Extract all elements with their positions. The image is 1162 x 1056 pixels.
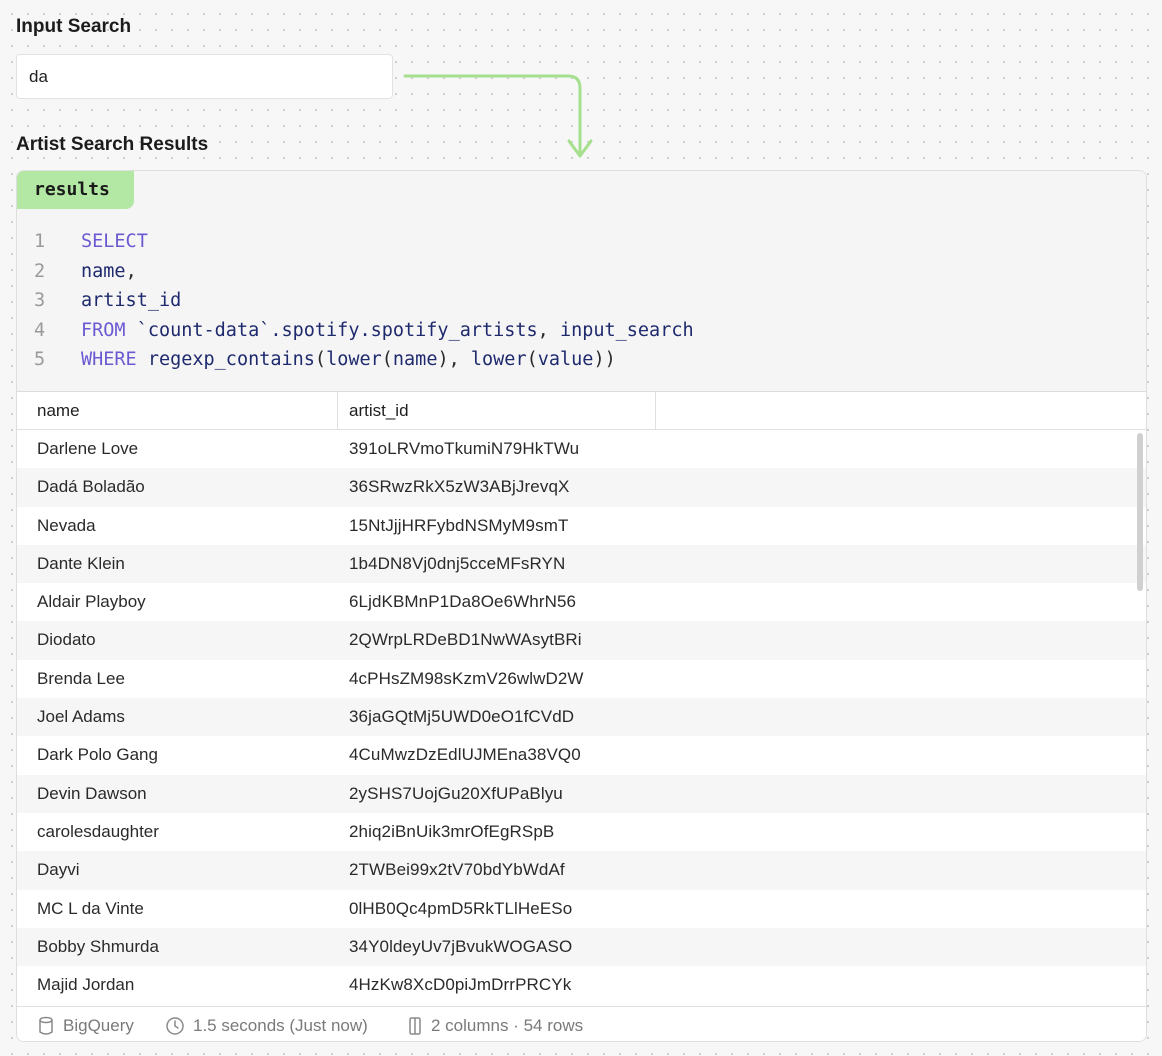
table-row[interactable]: Dante Klein 1b4DN8Vj0dnj5cceMFsRYN <box>17 544 1146 584</box>
code-token: ), <box>437 349 471 370</box>
cell-artist-id: 0lHB0Qc4pmD5RkTLlHeESo <box>349 898 573 918</box>
columns-icon <box>409 1016 421 1035</box>
table-row[interactable]: Dayvi 2TWBei99x2tV70bdYbWdAf <box>17 851 1146 890</box>
search-input[interactable] <box>16 54 393 99</box>
code-token: ( <box>314 349 327 370</box>
code-token: ( <box>526 349 538 370</box>
table-row[interactable]: Joel Adams 36jaGQtMj5UWD0eO1fCVdD <box>17 698 1146 737</box>
column-header-artist-id[interactable]: artist_id <box>338 392 656 430</box>
code-token: name <box>81 260 126 282</box>
code-line: 3 artist_id <box>17 286 694 316</box>
code-token: value <box>537 349 594 370</box>
code-token: lower <box>470 349 527 370</box>
cell-name: Darlene Love <box>37 439 139 458</box>
code-line: 2 name, <box>17 257 694 287</box>
results-footer: BigQuery 1.5 seconds (Just now) 2 column… <box>17 1006 1146 1041</box>
cell-artist-id: 391oLRVmoTkumiN79HkTWu <box>349 439 580 458</box>
sql-editor[interactable]: results 1 SELECT 2 name, 3 artist_id 4 FROM `co… <box>17 171 1146 392</box>
cell-artist-id: 2QWrpLRDeBD1NwWAsytBRi <box>349 630 582 650</box>
database-icon <box>39 1016 53 1035</box>
results-card: results 1 SELECT 2 name, 3 artist_id 4 FROM `co… <box>16 170 1147 1042</box>
table-row[interactable]: Nevada 15NtJjjHRFybdNSMyM9smT <box>17 507 1146 545</box>
code-token: artist_id <box>81 290 182 311</box>
cell-name: Dadá Boladão <box>37 477 145 497</box>
table-row[interactable]: Majid Jordan 4HzKw8XcD0piJmDrrPRCYk <box>17 966 1146 1004</box>
cell-name: Bobby Shmurda <box>37 936 159 956</box>
code-token: ( <box>381 349 393 370</box>
cell-artist-id: 2hiq2iBnUik3mrOfEgRSpB <box>349 821 555 841</box>
cell-name: Joel Adams <box>37 707 125 727</box>
source-label: BigQuery <box>63 1015 134 1035</box>
table-row[interactable]: MC L da Vinte 0lHB0Qc4pmD5RkTLlHeESo <box>17 890 1146 928</box>
code-token: `count-data`.spotify.spotify_artists <box>125 319 538 341</box>
line-number: 1 <box>34 231 46 252</box>
footer-stats: 2 columns · 54 rows <box>407 1007 584 1041</box>
table-row[interactable]: Dark Polo Gang 4CuMwzDzEdlUJMEna38VQ0 <box>17 736 1146 774</box>
input-search-label: Input Search <box>16 16 132 37</box>
cell-artist-id: 36jaGQtMj5UWD0eO1fCVdD <box>349 707 575 727</box>
cell-name: Devin Dawson <box>37 783 147 803</box>
line-number: 4 <box>34 319 46 341</box>
cell-name: carolesdaughter <box>37 821 159 841</box>
code-token: , <box>125 260 137 282</box>
cell-name: Dark Polo Gang <box>37 745 158 765</box>
table-row[interactable]: Darlene Love 391oLRVmoTkumiN79HkTWu <box>17 430 1146 468</box>
cell-name: Majid Jordan <box>37 975 135 995</box>
sql-code: 1 SELECT 2 name, 3 artist_id 4 FROM `count-data… <box>17 227 694 375</box>
table-row[interactable]: Aldair Playboy 6LjdKBMnP1Da8Oe6WhrN56 <box>17 583 1146 621</box>
cell-artist-id: 6LjdKBMnP1Da8Oe6WhrN56 <box>349 592 577 612</box>
code-token: , <box>537 319 560 341</box>
cell-artist-id: 34Y0ldeyUv7jBvukWOGASO <box>349 936 573 956</box>
line-number: 5 <box>34 349 46 370</box>
cell-name: Aldair Playboy <box>37 592 146 612</box>
results-section-label: Artist Search Results <box>16 134 209 155</box>
column-header-name[interactable]: name <box>17 392 338 430</box>
line-number: 3 <box>34 290 46 311</box>
table-row[interactable]: Diodato 2QWrpLRDeBD1NwWAsytBRi <box>17 621 1146 660</box>
table-row[interactable]: Brenda Lee 4cPHsZM98sKzmV26wlwD2W <box>17 660 1146 698</box>
table-row[interactable]: Dadá Boladão 36SRwzRkX5zW3ABjJrevqX <box>17 468 1146 507</box>
results-tag: results <box>17 171 134 209</box>
cell-name: Dayvi <box>37 860 80 880</box>
cell-artist-id: 4cPHsZM98sKzmV26wlwD2W <box>349 668 584 688</box>
table-header: name artist_id <box>17 392 1146 430</box>
cell-name: Diodato <box>37 630 96 650</box>
cell-artist-id: 4HzKw8XcD0piJmDrrPRCYk <box>349 975 572 995</box>
cell-artist-id: 1b4DN8Vj0dnj5cceMFsRYN <box>349 553 566 573</box>
cell-artist-id: 2TWBei99x2tV70bdYbWdAf <box>349 860 565 880</box>
table-row[interactable]: Bobby Shmurda 34Y0ldeyUv7jBvukWOGASO <box>17 927 1146 967</box>
clock-icon <box>166 1016 184 1035</box>
code-token: FROM <box>81 319 126 341</box>
code-line: 5 WHERE regexp_contains(lower(name), lowe… <box>17 345 694 375</box>
code-token: name <box>392 349 438 370</box>
cell-artist-id: 4CuMwzDzEdlUJMEna38VQ0 <box>349 745 581 765</box>
vertical-scrollbar[interactable] <box>1137 433 1143 591</box>
footer-source: BigQuery <box>37 1007 134 1041</box>
code-line: 4 FROM `count-data`.spotify.spotify_artis… <box>17 316 694 346</box>
timing-label: 1.5 seconds (Just now) <box>193 1015 368 1035</box>
code-token: lower <box>326 349 382 370</box>
cell-artist-id: 2ySHS7UojGu20XfUPaBlyu <box>349 783 563 803</box>
code-token: input_search <box>559 319 694 341</box>
code-token: WHERE <box>81 349 137 370</box>
code-token: SELECT <box>81 231 148 252</box>
line-number: 2 <box>34 260 46 282</box>
code-line: 1 SELECT <box>17 227 694 257</box>
table-row[interactable]: carolesdaughter 2hiq2iBnUik3mrOfEgRSpB <box>17 813 1146 851</box>
code-token: regexp_contains <box>136 349 315 370</box>
footer-timing: 1.5 seconds (Just now) <box>165 1007 368 1041</box>
cell-name: Nevada <box>37 515 96 535</box>
cell-name: Dante Klein <box>37 553 125 573</box>
cell-artist-id: 36SRwzRkX5zW3ABjJrevqX <box>349 477 570 497</box>
stats-label: 2 columns · 54 rows <box>431 1015 584 1035</box>
cell-artist-id: 15NtJjjHRFybdNSMyM9smT <box>349 515 569 535</box>
cell-name: Brenda Lee <box>37 668 125 688</box>
code-token: )) <box>593 349 616 370</box>
table-body: Darlene Love 391oLRVmoTkumiN79HkTWu Dadá B… <box>17 430 1146 1006</box>
table-row[interactable]: Devin Dawson 2ySHS7UojGu20XfUPaBlyu <box>17 774 1146 813</box>
cell-name: MC L da Vinte <box>37 898 144 918</box>
